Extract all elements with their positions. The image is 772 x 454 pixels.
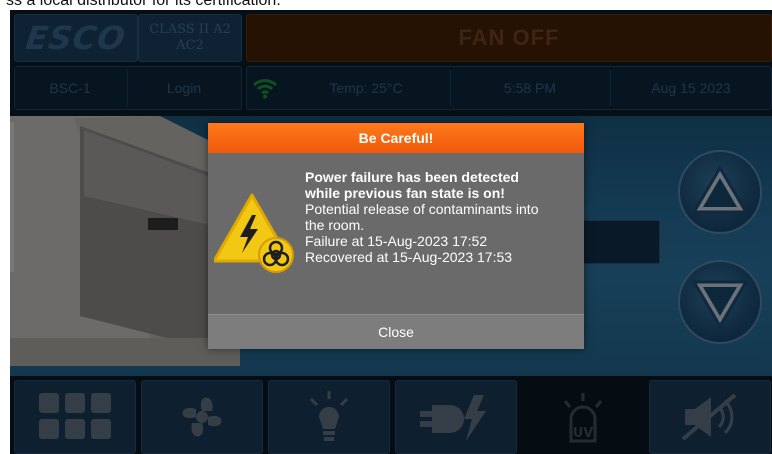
message-line-1: Potential release of contaminants into bbox=[305, 201, 539, 217]
dialog-message: Power failure has been detected while pr… bbox=[305, 169, 577, 265]
message-line-2: the room. bbox=[305, 217, 365, 233]
warning-dialog: Be Careful! Power failure has been detec… bbox=[208, 123, 584, 349]
dialog-title: Be Careful! bbox=[208, 123, 584, 153]
touchscreen-display: ESCO CLASS II A2 AC2 FAN OFF BSC-1 Login bbox=[10, 10, 772, 454]
recovered-time: Recovered at 15-Aug-2023 17:53 bbox=[305, 249, 513, 265]
page: ss a local distributor for its certifica… bbox=[0, 0, 772, 454]
close-button[interactable]: Close bbox=[208, 314, 584, 349]
close-button-label: Close bbox=[378, 324, 414, 340]
message-bold-line-2: while previous fan state is on! bbox=[305, 185, 505, 201]
message-bold-line-1: Power failure has been detected bbox=[305, 169, 519, 185]
failure-time: Failure at 15-Aug-2023 17:52 bbox=[305, 233, 488, 249]
electrical-biohazard-warning-icon bbox=[214, 193, 294, 273]
page-caption: ss a local distributor for its certifica… bbox=[6, 0, 281, 9]
